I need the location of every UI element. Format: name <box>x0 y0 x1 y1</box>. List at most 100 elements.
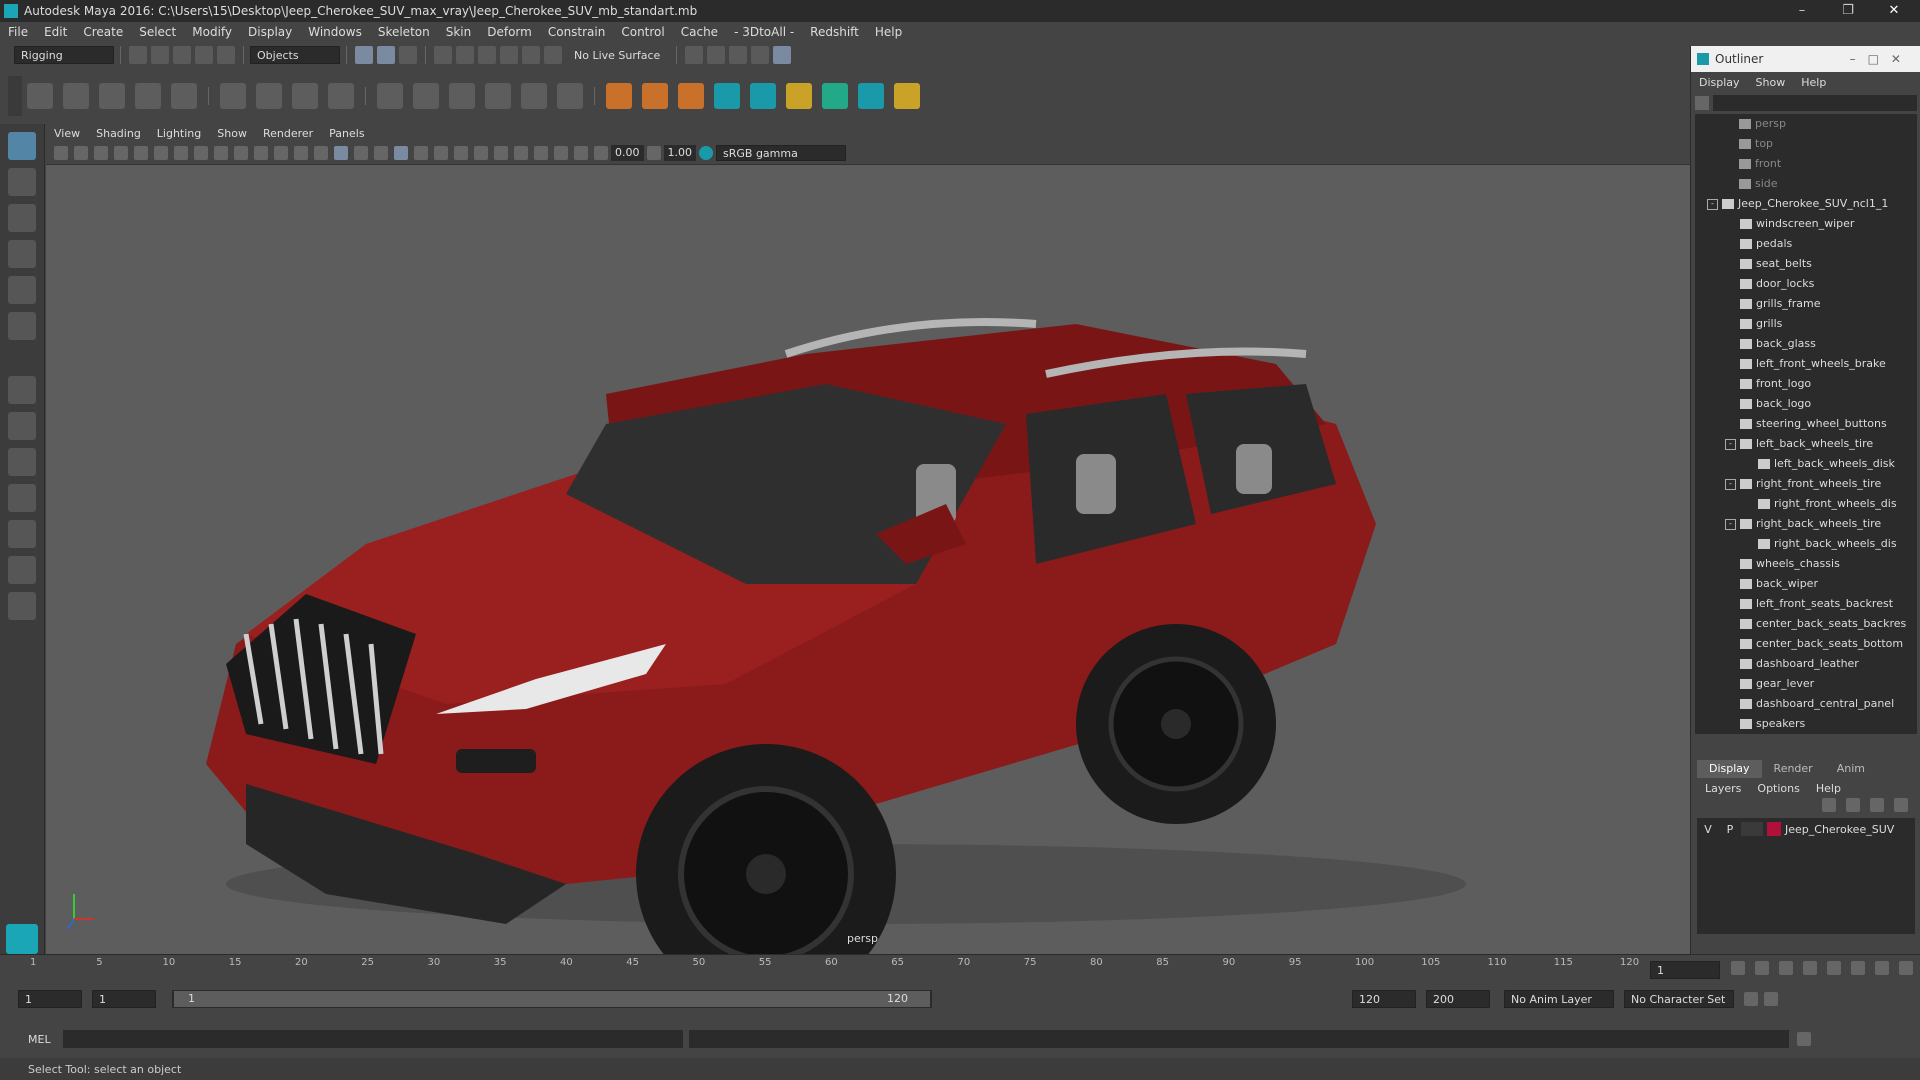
range-slider-bar[interactable] <box>174 991 930 1007</box>
isolate-select-icon[interactable] <box>514 146 528 160</box>
step-back-icon[interactable] <box>1755 961 1769 975</box>
viewport-menu-renderer[interactable]: Renderer <box>255 127 321 140</box>
cluster-icon[interactable] <box>328 83 354 109</box>
render-frame-icon[interactable] <box>707 46 726 64</box>
grease-pencil-icon[interactable] <box>154 146 168 160</box>
menu-13[interactable]: - 3DtoAll - <box>726 25 802 39</box>
outliner-window-controls[interactable]: –□✕ <box>1850 52 1913 66</box>
make-live-icon[interactable] <box>544 46 562 64</box>
outliner-item[interactable]: gear_lever <box>1695 674 1917 694</box>
viewport-menu-lighting[interactable]: Lighting <box>149 127 209 140</box>
snap-view-icon[interactable] <box>500 46 518 64</box>
menu-11[interactable]: Control <box>613 25 672 39</box>
outliner-item[interactable]: - left_back_wheels_tire <box>1695 434 1917 454</box>
snap-grid-icon[interactable] <box>434 46 452 64</box>
time-slider[interactable]: 1 5 10 15 20 25 30 35 40 45 50 55 60 65 70 75 80 85 90 95 10… <box>0 954 1920 985</box>
maximize-button[interactable]: ❐ <box>1826 0 1870 22</box>
bend-icon[interactable] <box>894 83 920 109</box>
end-time-field[interactable]: 200 <box>1426 990 1490 1008</box>
constraint-parent-icon[interactable] <box>521 83 547 109</box>
menu-7[interactable]: Skeleton <box>370 25 438 39</box>
outliner-item[interactable]: back_wiper <box>1695 574 1917 594</box>
rotate-tool-icon[interactable] <box>8 276 36 304</box>
multisample-aa-icon[interactable] <box>474 146 488 160</box>
snap-surface-icon[interactable] <box>522 46 540 64</box>
hypershade-icon[interactable] <box>773 46 792 64</box>
new-layer-selected-icon[interactable] <box>1894 798 1908 812</box>
hik-character-icon[interactable] <box>750 83 776 109</box>
move-layer-up-icon[interactable] <box>1822 798 1836 812</box>
undo-icon[interactable] <box>195 46 213 64</box>
outliner-item[interactable]: front_logo <box>1695 374 1917 394</box>
step-forward-key-icon[interactable] <box>1851 961 1865 975</box>
step-back-key-icon[interactable] <box>1779 961 1793 975</box>
select-by-hierarchy-icon[interactable] <box>355 46 373 64</box>
menu-1[interactable]: Edit <box>36 25 75 39</box>
gamma-icon[interactable] <box>646 146 661 160</box>
outliner-item[interactable]: speakers <box>1695 714 1917 734</box>
select-by-component-icon[interactable] <box>399 46 417 64</box>
ik-fk-icon[interactable] <box>642 83 668 109</box>
move-tool-icon[interactable] <box>8 240 36 268</box>
smooth-bind-icon[interactable] <box>256 83 282 109</box>
tab-display[interactable]: Display <box>1697 760 1762 778</box>
constraint-scale-icon[interactable] <box>485 83 511 109</box>
motion-blur-icon[interactable] <box>454 146 468 160</box>
grid-toggle-icon[interactable] <box>174 146 188 160</box>
play-backwards-icon[interactable] <box>1803 961 1817 975</box>
viewport-canvas[interactable] <box>46 164 1690 954</box>
layer-visibility-toggle[interactable]: V <box>1697 823 1719 836</box>
depth-of-field-icon[interactable] <box>494 146 508 160</box>
character-set-dropdown[interactable]: No Character Set <box>1624 990 1734 1008</box>
select-by-object-icon[interactable] <box>377 46 395 64</box>
expand-toggle-icon[interactable]: - <box>1725 478 1736 490</box>
outliner-menu-display[interactable]: Display <box>1691 76 1748 89</box>
playback-start-field[interactable]: 1 <box>92 990 156 1008</box>
new-empty-layer-icon[interactable] <box>1870 798 1884 812</box>
go-to-end-icon[interactable] <box>1899 961 1913 975</box>
shadows-icon[interactable] <box>414 146 428 160</box>
hypershade-persp-layout-icon[interactable] <box>8 520 36 548</box>
camera-attributes-icon[interactable] <box>74 146 88 160</box>
outliner-item[interactable]: pedals <box>1695 234 1917 254</box>
2d-pan-zoom-icon[interactable] <box>134 146 148 160</box>
menu-3[interactable]: Select <box>131 25 184 39</box>
locator-icon[interactable] <box>606 83 632 109</box>
current-frame-field[interactable]: 1 <box>1650 961 1720 979</box>
textured-icon[interactable] <box>374 146 388 160</box>
go-to-start-icon[interactable] <box>1731 961 1745 975</box>
color-management-icon[interactable] <box>699 146 713 160</box>
wireframe-on-shaded-icon[interactable] <box>354 146 368 160</box>
outliner-item[interactable]: door_locks <box>1695 274 1917 294</box>
skin-weights-icon[interactable] <box>858 83 884 109</box>
ipr-render-icon[interactable] <box>729 46 748 64</box>
ambient-occlusion-icon[interactable] <box>434 146 448 160</box>
redo-icon[interactable] <box>217 46 235 64</box>
outliner-item[interactable]: seat_belts <box>1695 254 1917 274</box>
outliner-item[interactable]: top <box>1695 134 1917 154</box>
viewport-menu-show[interactable]: Show <box>209 127 255 140</box>
outliner-item[interactable]: - Jeep_Cherokee_SUV_ncl1_1 <box>1695 194 1917 214</box>
wireframe-icon[interactable] <box>314 146 328 160</box>
film-gate-icon[interactable] <box>194 146 208 160</box>
camera-select-icon[interactable] <box>54 146 68 160</box>
persp-outliner-layout-icon[interactable] <box>8 448 36 476</box>
menu-9[interactable]: Deform <box>479 25 540 39</box>
outliner-item[interactable]: - right_front_wheels_tire <box>1695 474 1917 494</box>
shelf-tab-handle[interactable] <box>8 76 22 116</box>
command-input[interactable] <box>62 1030 683 1048</box>
expand-toggle-icon[interactable]: - <box>1725 518 1736 530</box>
constraint-aim-icon[interactable] <box>413 83 439 109</box>
outliner-item[interactable]: side <box>1695 174 1917 194</box>
expand-toggle-icon[interactable]: - <box>1707 198 1718 210</box>
outliner-item[interactable]: grills <box>1695 314 1917 334</box>
range-slider[interactable]: 1 120 <box>172 990 932 1008</box>
constraint-orient-icon[interactable] <box>449 83 475 109</box>
command-language-label[interactable]: MEL <box>0 1033 63 1046</box>
four-view-layout-icon[interactable] <box>8 412 36 440</box>
component-editor-icon[interactable] <box>822 83 848 109</box>
gate-mask-icon[interactable] <box>234 146 248 160</box>
menu-8[interactable]: Skin <box>438 25 480 39</box>
constraint-pole-icon[interactable] <box>557 83 583 109</box>
gamma-field[interactable]: 1.00 <box>663 145 696 161</box>
